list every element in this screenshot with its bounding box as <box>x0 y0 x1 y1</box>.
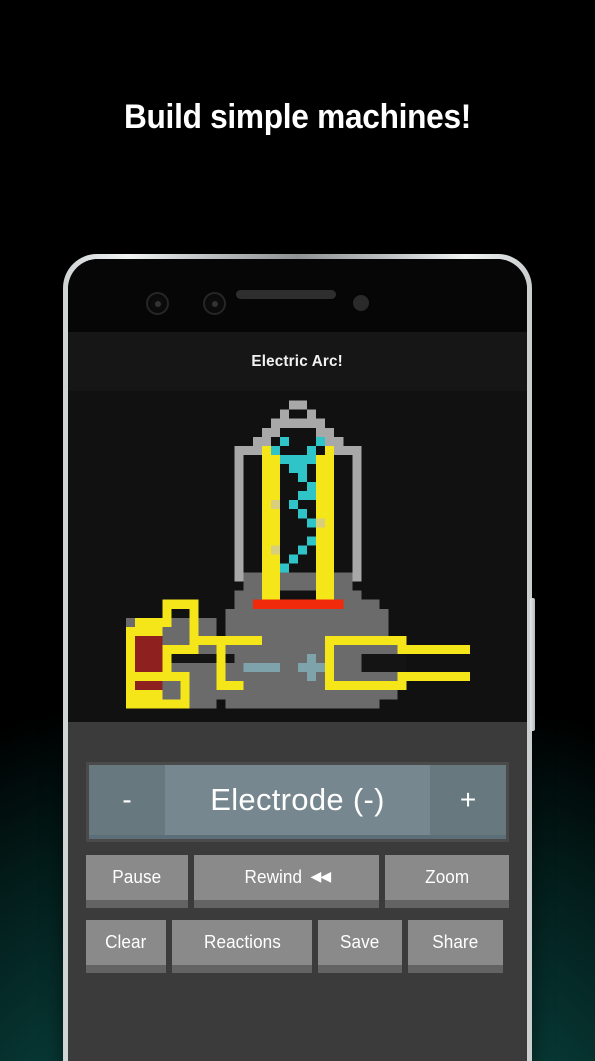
clear-button-label: Clear <box>105 932 146 953</box>
property-selector: - Electrode (-) + <box>86 762 509 842</box>
property-selector-bar: - Electrode (-) + <box>89 765 506 839</box>
save-button[interactable]: Save <box>318 920 402 973</box>
app-viewport: Electric Arc! <box>68 332 527 1061</box>
page-title: Electric Arc! <box>252 353 343 371</box>
rewind-button-label: Rewind <box>244 867 302 888</box>
button-row-primary: Pause Rewind ◀◀ Zoom <box>86 855 509 908</box>
rewind-icon: ◀◀ <box>311 868 331 885</box>
simulation-canvas[interactable] <box>68 391 527 722</box>
rewind-button[interactable]: Rewind ◀◀ <box>194 855 379 908</box>
pause-button[interactable]: Pause <box>86 855 188 908</box>
zoom-button[interactable]: Zoom <box>385 855 509 908</box>
machine-pixel-art <box>117 399 479 719</box>
reactions-button[interactable]: Reactions <box>172 920 312 973</box>
control-panel: - Electrode (-) + Pause Rewind ◀◀ <box>68 722 527 1061</box>
app-title-bar: Electric Arc! <box>68 332 527 391</box>
volume-button[interactable] <box>530 598 535 731</box>
proximity-sensor-icon <box>353 295 369 311</box>
decrement-button[interactable]: - <box>89 765 165 835</box>
button-row-secondary: Clear Reactions Save Share <box>86 920 509 973</box>
clear-button[interactable]: Clear <box>86 920 166 973</box>
reactions-button-label: Reactions <box>204 932 281 953</box>
phone-top-bezel <box>68 259 527 332</box>
selected-property-label[interactable]: Electrode (-) <box>165 765 430 835</box>
pause-button-label: Pause <box>113 867 162 888</box>
increment-button[interactable]: + <box>430 765 506 835</box>
zoom-button-label: Zoom <box>425 867 469 888</box>
electric-arc-machine-artwork <box>117 399 479 719</box>
phone-mockup: Electric Arc! <box>63 254 532 1061</box>
headline-text: Build simple machines! <box>21 98 574 137</box>
save-button-label: Save <box>340 932 379 953</box>
camera-lens-icon-secondary <box>203 292 226 315</box>
screenshot-root: Build simple machines! Electric Arc! <box>0 0 595 1061</box>
earpiece-speaker-icon <box>236 290 336 299</box>
phone-screen: Electric Arc! <box>68 259 527 1061</box>
share-button-label: Share <box>432 932 478 953</box>
camera-lens-icon <box>146 292 169 315</box>
share-button[interactable]: Share <box>408 920 503 973</box>
